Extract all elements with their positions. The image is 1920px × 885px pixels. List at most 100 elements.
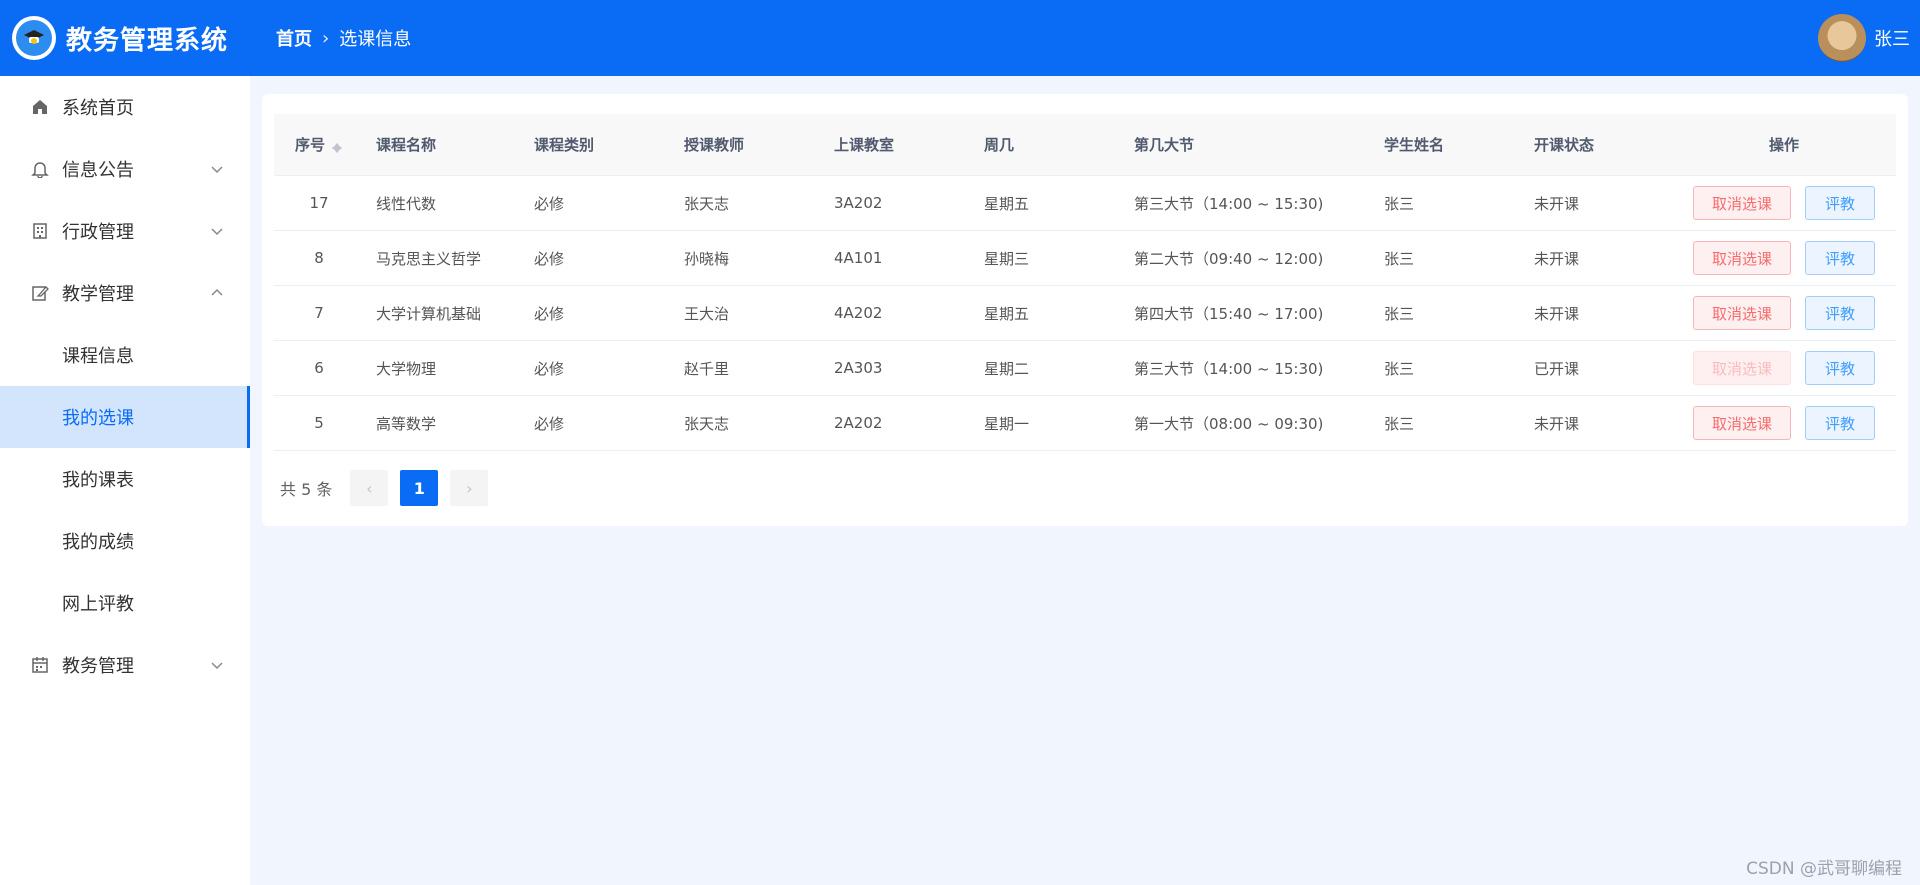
cell-ops: 取消选课 评教	[1672, 351, 1896, 385]
cancel-selection-button: 取消选课	[1693, 351, 1791, 385]
cell-student: 张三	[1384, 304, 1415, 323]
bell-icon	[30, 159, 50, 179]
course-selection-card: 序号 课程名称 课程类别 授课教师 上课教室 周几 第几大节 学生姓名 开课状态…	[262, 94, 1908, 526]
cell-ops: 取消选课 评教	[1672, 186, 1896, 220]
chevron-up-icon	[211, 288, 223, 296]
cancel-selection-button[interactable]: 取消选课	[1693, 406, 1791, 440]
cell-week: 星期三	[984, 249, 1030, 268]
course-table: 序号 课程名称 课程类别 授课教师 上课教室 周几 第几大节 学生姓名 开课状态…	[274, 114, 1896, 451]
cell-name: 线性代数	[376, 194, 437, 213]
cell-no: 7	[314, 304, 324, 322]
column-header-teacher: 授课教师	[684, 136, 745, 154]
sidebar-item-label: 教学管理	[62, 284, 134, 305]
table-row: 8 马克思主义哲学 必修 孙晓梅 4A101 星期三 第二大节（09:40 ~ 12:00)…	[274, 231, 1896, 286]
cell-no: 6	[314, 359, 324, 377]
cell-no: 5	[314, 414, 324, 432]
cell-room: 2A202	[834, 414, 883, 432]
sidebar-item-teaching[interactable]: 教学管理	[0, 262, 250, 324]
column-header-week: 周几	[984, 136, 1015, 154]
column-header-no[interactable]: 序号	[274, 134, 364, 155]
next-page-button[interactable]: ›	[450, 470, 489, 506]
sidebar-item-my-courses[interactable]: 我的选课	[0, 386, 250, 448]
chevron-left-icon: ‹	[366, 478, 373, 498]
table-row: 17 线性代数 必修 张天志 3A202 星期五 第三大节（14:00 ~ 15:30) 张三…	[274, 176, 1896, 231]
breadcrumb-home[interactable]: 首页	[276, 25, 312, 51]
chevron-down-icon	[211, 662, 223, 670]
cell-teacher: 张天志	[684, 414, 730, 433]
cell-name: 大学物理	[376, 359, 437, 378]
chevron-right-icon: ›	[322, 27, 330, 49]
sidebar-item-online-evaluation[interactable]: 网上评教	[0, 572, 250, 634]
cell-student: 张三	[1384, 194, 1415, 213]
cell-teacher: 赵千里	[684, 359, 730, 378]
page-number-button[interactable]: 1	[400, 470, 439, 506]
cell-type: 必修	[534, 249, 565, 268]
edit-icon	[30, 283, 50, 303]
evaluate-button[interactable]: 评教	[1805, 406, 1875, 440]
cell-no: 8	[314, 249, 324, 267]
sidebar-item-administration[interactable]: 行政管理	[0, 200, 250, 262]
building-icon	[30, 221, 50, 241]
cancel-selection-button[interactable]: 取消选课	[1693, 186, 1791, 220]
cell-period: 第三大节（14:00 ~ 15:30)	[1134, 194, 1324, 213]
sidebar-item-announcements[interactable]: 信息公告	[0, 138, 250, 200]
evaluate-button[interactable]: 评教	[1805, 296, 1875, 330]
breadcrumb: 首页 › 选课信息	[276, 25, 411, 51]
cell-ops: 取消选课 评教	[1672, 406, 1896, 440]
cell-name: 马克思主义哲学	[376, 249, 482, 268]
cell-room: 4A101	[834, 249, 883, 267]
top-header: 教务管理系统 首页 › 选课信息 张三	[0, 0, 1920, 76]
calendar-icon	[30, 655, 50, 675]
cell-type: 必修	[534, 194, 565, 213]
sidebar-item-label: 信息公告	[62, 160, 134, 181]
cell-status: 已开课	[1534, 359, 1580, 378]
chevron-down-icon	[211, 228, 223, 236]
cell-period: 第一大节（08:00 ~ 09:30)	[1134, 414, 1324, 433]
table-row: 6 大学物理 必修 赵千里 2A303 星期二 第三大节（14:00 ~ 15:30) 张三 已…	[274, 341, 1896, 396]
breadcrumb-current: 选课信息	[339, 29, 412, 50]
cell-teacher: 张天志	[684, 194, 730, 213]
graduation-cap-icon	[24, 30, 44, 44]
prev-page-button[interactable]: ‹	[350, 470, 389, 506]
sidebar-item-home[interactable]: 系统首页	[0, 76, 250, 138]
sidebar-item-my-grades[interactable]: 我的成绩	[0, 510, 250, 572]
app-logo[interactable]	[12, 16, 56, 60]
home-icon	[30, 97, 50, 117]
evaluate-button[interactable]: 评教	[1805, 186, 1875, 220]
sidebar-item-label: 系统首页	[62, 98, 134, 119]
user-name[interactable]: 张三	[1874, 25, 1910, 51]
table-row: 7 大学计算机基础 必修 王大治 4A202 星期五 第四大节（15:40 ~ 17:00)…	[274, 286, 1896, 341]
chevron-right-icon: ›	[466, 478, 473, 498]
cell-period: 第四大节（15:40 ~ 17:00)	[1134, 304, 1324, 323]
column-header-room: 上课教室	[834, 136, 895, 154]
cell-room: 3A202	[834, 194, 883, 212]
cell-teacher: 王大治	[684, 304, 730, 323]
avatar[interactable]	[1818, 14, 1866, 62]
cell-week: 星期五	[984, 194, 1030, 213]
cell-name: 高等数学	[376, 414, 437, 433]
column-header-period: 第几大节	[1134, 136, 1195, 154]
cell-status: 未开课	[1534, 194, 1580, 213]
cell-student: 张三	[1384, 359, 1415, 378]
cell-name: 大学计算机基础	[376, 304, 482, 323]
sort-icon[interactable]	[331, 138, 343, 154]
user-menu[interactable]: 张三	[1818, 14, 1910, 62]
cell-status: 未开课	[1534, 414, 1580, 433]
cell-week: 星期二	[984, 359, 1030, 378]
sidebar-item-course-info[interactable]: 课程信息	[0, 324, 250, 386]
sidebar-item-my-timetable[interactable]: 我的课表	[0, 448, 250, 510]
sidebar-item-academic-affairs[interactable]: 教务管理	[0, 634, 250, 696]
cell-room: 4A202	[834, 304, 883, 322]
app-title: 教务管理系统	[66, 25, 229, 56]
cell-week: 星期一	[984, 414, 1030, 433]
cancel-selection-button[interactable]: 取消选课	[1693, 296, 1791, 330]
evaluate-button[interactable]: 评教	[1805, 241, 1875, 275]
watermark: CSDN @武哥聊编程	[1746, 859, 1902, 879]
cancel-selection-button[interactable]: 取消选课	[1693, 241, 1791, 275]
cell-period: 第二大节（09:40 ~ 12:00)	[1134, 249, 1324, 268]
cell-student: 张三	[1384, 249, 1415, 268]
pagination-total: 共 5 条	[280, 480, 333, 499]
cell-no: 17	[309, 194, 329, 212]
table-body: 17 线性代数 必修 张天志 3A202 星期五 第三大节（14:00 ~ 15:30) 张三…	[274, 176, 1896, 451]
evaluate-button[interactable]: 评教	[1805, 351, 1875, 385]
